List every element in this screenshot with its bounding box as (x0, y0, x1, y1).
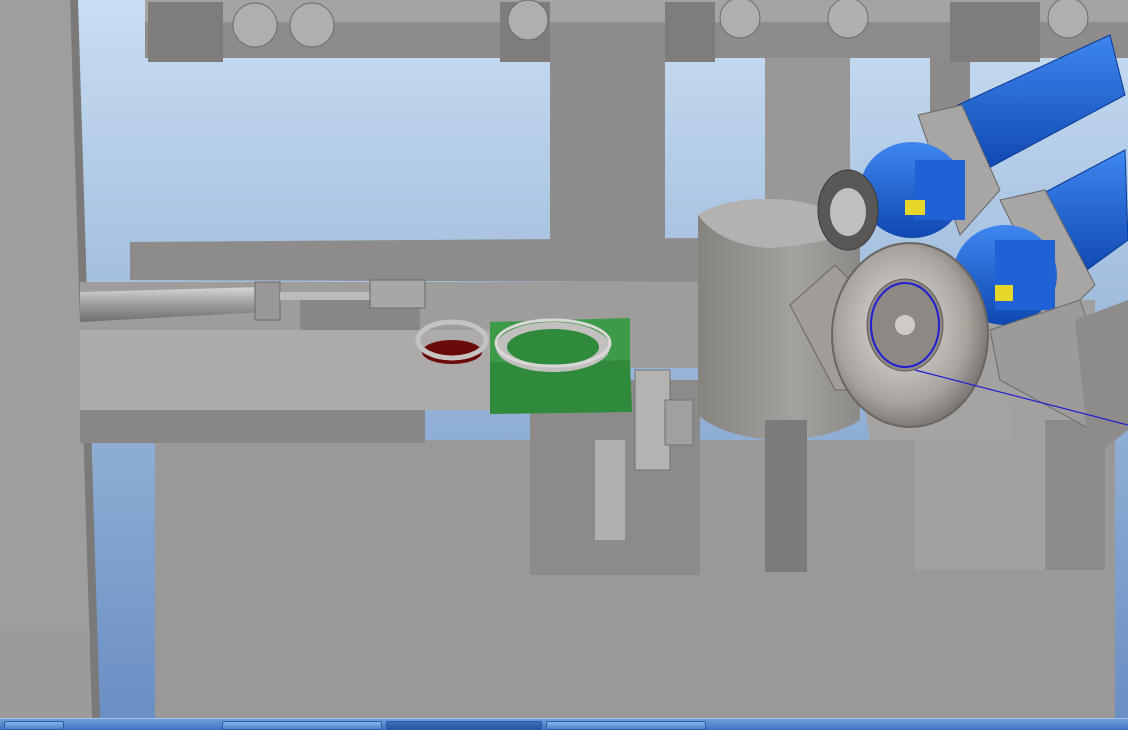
bracket-right (664, 399, 694, 446)
3d-viewport[interactable] (0, 0, 1128, 718)
taskbar-button-4[interactable] (546, 721, 706, 730)
cad-scene[interactable] (0, 0, 1128, 718)
taskbar-button-1[interactable] (4, 721, 64, 730)
green-fixture (490, 318, 632, 414)
overhead-rail (145, 0, 1128, 62)
taskbar (0, 718, 1128, 730)
taskbar-button-2[interactable] (222, 721, 382, 730)
taskbar-button-active[interactable] (386, 721, 542, 730)
center-support-slot (595, 440, 625, 540)
